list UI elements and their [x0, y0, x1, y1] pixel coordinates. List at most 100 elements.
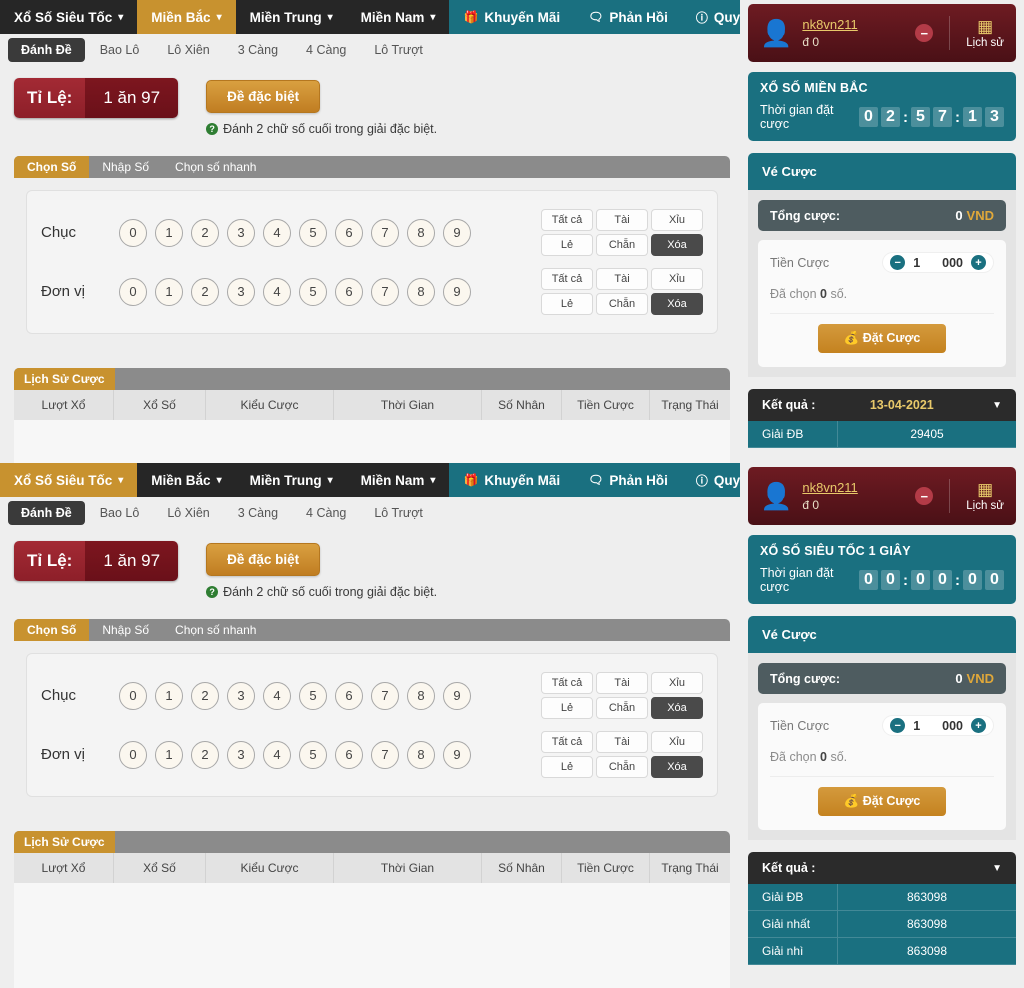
nav-item-mien-nam[interactable]: Miền Nam ▾	[347, 0, 450, 34]
digit-5[interactable]: 5	[299, 277, 327, 306]
digit-3[interactable]: 3	[227, 277, 255, 306]
place-bet-button[interactable]: 💰 Đặt Cược	[817, 324, 947, 353]
quick-button-xiu[interactable]: Xỉu	[651, 672, 703, 694]
digit-9[interactable]: 9	[443, 218, 471, 247]
nav-item-phan-hoi[interactable]: 🗨 Phản Hồi	[574, 0, 682, 34]
digit-2[interactable]: 2	[191, 740, 219, 769]
subnav-item-lo-truot[interactable]: Lô Trượt	[361, 38, 436, 62]
subnav-item-lo-xien[interactable]: Lô Xiên	[154, 501, 222, 525]
digit-2[interactable]: 2	[191, 218, 219, 247]
digit-8[interactable]: 8	[407, 681, 435, 710]
digit-6[interactable]: 6	[335, 740, 363, 769]
digit-6[interactable]: 6	[335, 218, 363, 247]
digit-8[interactable]: 8	[407, 277, 435, 306]
quick-button-xoa[interactable]: Xóa	[651, 234, 703, 256]
digit-2[interactable]: 2	[191, 681, 219, 710]
results-header-1[interactable]: Kết quả : 13-04-2021 ▼	[748, 389, 1016, 421]
digit-5[interactable]: 5	[299, 681, 327, 710]
nav-item-mien-bac[interactable]: Miền Bắc ▾	[137, 463, 235, 497]
nav-item-xo-so-sieu-toc[interactable]: Xổ Số Siêu Tốc ▾	[0, 0, 137, 34]
quick-button-xiu[interactable]: Xỉu	[651, 209, 703, 231]
quick-button-tai[interactable]: Tài	[596, 731, 648, 753]
digit-0[interactable]: 0	[119, 218, 147, 247]
quick-button-tai[interactable]: Tài	[596, 209, 648, 231]
quick-button-le[interactable]: Lẻ	[541, 697, 593, 719]
digit-4[interactable]: 4	[263, 681, 291, 710]
history-button[interactable]: ▦ Lịch sử	[966, 18, 1004, 49]
nav-item-xo-so-sieu-toc[interactable]: Xổ Số Siêu Tốc ▾	[0, 463, 138, 497]
quick-button-tat-ca[interactable]: Tất cả	[541, 209, 593, 231]
results-header-2[interactable]: Kết quả : ▼	[748, 852, 1016, 884]
tab-lich-su-cuoc[interactable]: Lịch Sử Cược	[14, 368, 115, 390]
subnav-item-lo-xien[interactable]: Lô Xiên	[154, 38, 222, 62]
nav-item-khuyen-mai[interactable]: 🎁 Khuyến Mãi	[449, 463, 575, 497]
digit-1[interactable]: 1	[155, 681, 183, 710]
plus-icon[interactable]: +	[971, 718, 986, 733]
subnav-item-lo-truot[interactable]: Lô Trượt	[361, 501, 436, 525]
subnav-item-danh-de[interactable]: Đánh Đề	[8, 38, 85, 62]
minus-circle-icon[interactable]: −	[915, 24, 934, 42]
quick-button-le[interactable]: Lẻ	[541, 234, 593, 256]
subnav-item-3-cang[interactable]: 3 Càng	[225, 38, 291, 62]
digit-1[interactable]: 1	[155, 277, 183, 306]
quick-button-tai[interactable]: Tài	[596, 672, 648, 694]
subnav-item-4-cang[interactable]: 4 Càng	[293, 38, 359, 62]
quick-button-tat-ca[interactable]: Tất cả	[541, 731, 593, 753]
digit-9[interactable]: 9	[443, 681, 471, 710]
tab-chon-so[interactable]: Chọn Số	[14, 156, 90, 178]
tab-chon-so-nhanh[interactable]: Chọn số nhanh	[162, 619, 269, 641]
digit-4[interactable]: 4	[263, 218, 291, 247]
quick-button-chan[interactable]: Chẵn	[596, 234, 648, 256]
digit-4[interactable]: 4	[263, 740, 291, 769]
digit-0[interactable]: 0	[119, 681, 147, 710]
quick-button-chan[interactable]: Chẵn	[596, 293, 648, 315]
tab-nhap-so[interactable]: Nhập Số	[89, 156, 162, 178]
digit-8[interactable]: 8	[407, 218, 435, 247]
digit-0[interactable]: 0	[119, 277, 147, 306]
history-button[interactable]: ▦ Lịch sử	[966, 481, 1004, 512]
stake-stepper[interactable]: − 1 000 +	[882, 252, 994, 273]
quick-button-xiu[interactable]: Xỉu	[651, 268, 703, 290]
quick-button-chan[interactable]: Chẵn	[596, 697, 648, 719]
nav-item-mien-trung[interactable]: Miền Trung ▾	[236, 463, 347, 497]
stake-stepper[interactable]: − 1 000 +	[882, 715, 994, 736]
digit-6[interactable]: 6	[335, 277, 363, 306]
digit-5[interactable]: 5	[299, 218, 327, 247]
nav-item-mien-bac[interactable]: Miền Bắc ▾	[137, 0, 236, 34]
quick-button-xiu[interactable]: Xỉu	[651, 731, 703, 753]
digit-7[interactable]: 7	[371, 740, 399, 769]
username[interactable]: nk8vn211	[802, 17, 905, 32]
subnav-item-bao-lo[interactable]: Bao Lô	[87, 38, 153, 62]
subnav-item-bao-lo[interactable]: Bao Lô	[87, 501, 153, 525]
special-bet-button[interactable]: Đề đặc biệt	[206, 543, 321, 576]
digit-3[interactable]: 3	[227, 740, 255, 769]
digit-7[interactable]: 7	[371, 277, 399, 306]
tab-lich-su-cuoc[interactable]: Lịch Sử Cược	[14, 831, 115, 853]
plus-icon[interactable]: +	[971, 255, 986, 270]
digit-9[interactable]: 9	[443, 277, 471, 306]
digit-5[interactable]: 5	[299, 740, 327, 769]
nav-item-mien-trung[interactable]: Miền Trung ▾	[236, 0, 347, 34]
digit-7[interactable]: 7	[371, 681, 399, 710]
username[interactable]: nk8vn211	[802, 480, 905, 495]
subnav-item-4-cang[interactable]: 4 Càng	[293, 501, 359, 525]
quick-button-le[interactable]: Lẻ	[541, 756, 593, 778]
tab-nhap-so[interactable]: Nhập Số	[89, 619, 162, 641]
tab-chon-so-nhanh[interactable]: Chọn số nhanh	[162, 156, 269, 178]
quick-button-xoa[interactable]: Xóa	[651, 756, 703, 778]
minus-icon[interactable]: −	[890, 255, 906, 270]
minus-circle-icon[interactable]: −	[915, 487, 934, 505]
nav-item-phan-hoi[interactable]: 🗨 Phản Hồi	[574, 463, 682, 497]
digit-2[interactable]: 2	[191, 277, 219, 306]
quick-button-chan[interactable]: Chẵn	[596, 756, 648, 778]
quick-button-xoa[interactable]: Xóa	[651, 293, 703, 315]
subnav-item-3-cang[interactable]: 3 Càng	[225, 501, 291, 525]
quick-button-tat-ca[interactable]: Tất cả	[541, 672, 593, 694]
quick-button-tai[interactable]: Tài	[596, 268, 648, 290]
nav-item-khuyen-mai[interactable]: 🎁 Khuyến Mãi	[449, 0, 575, 34]
digit-7[interactable]: 7	[371, 218, 399, 247]
digit-3[interactable]: 3	[227, 681, 255, 710]
digit-8[interactable]: 8	[407, 740, 435, 769]
quick-button-le[interactable]: Lẻ	[541, 293, 593, 315]
digit-0[interactable]: 0	[119, 740, 147, 769]
